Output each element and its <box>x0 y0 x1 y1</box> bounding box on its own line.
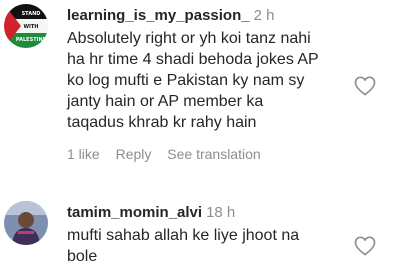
like-button[interactable] <box>354 76 376 96</box>
avatar-text-line-3: PALESTINE <box>16 37 47 43</box>
like-button[interactable] <box>354 236 376 256</box>
likes-count-button[interactable]: 1 like <box>67 146 100 162</box>
timestamp: 2 h <box>253 7 275 24</box>
comment-body: learning_is_my_passion_ 2 h Absolutely ri… <box>67 6 347 163</box>
timestamp: 18 h <box>206 204 236 221</box>
reply-button[interactable]: Reply <box>116 146 152 162</box>
avatar[interactable]: STAND WITH PALESTINE <box>4 4 48 48</box>
avatar[interactable] <box>4 201 48 245</box>
username-link[interactable]: tamim_momin_alvi <box>67 204 202 221</box>
palestine-flag-avatar-icon: STAND WITH PALESTINE <box>4 4 48 48</box>
avatar-text-line-2: WITH <box>24 24 39 30</box>
comment-item: STAND WITH PALESTINE learning_is_my_pass… <box>0 0 405 180</box>
comment-body: tamim_momin_alvi 18 h mufti sahab allah k… <box>67 203 347 267</box>
username-link[interactable]: learning_is_my_passion_ <box>67 7 250 24</box>
heart-outline-icon <box>354 76 376 96</box>
comment-meta: tamim_momin_alvi 18 h <box>67 203 347 223</box>
heart-outline-icon <box>354 236 376 256</box>
avatar-text-line-1: STAND <box>22 11 41 17</box>
comment-item: tamim_momin_alvi 18 h mufti sahab allah k… <box>0 198 405 273</box>
profile-photo-avatar-icon <box>4 201 48 245</box>
comment-meta: learning_is_my_passion_ 2 h <box>67 6 347 26</box>
comment-text: mufti sahab allah ke liye jhoot na bole <box>67 227 300 265</box>
see-translation-button[interactable]: See translation <box>167 146 260 162</box>
comment-text: Absolutely right or yh koi tanz nahi ha … <box>67 30 319 131</box>
comment-actions: 1 like Reply See translation <box>67 145 347 163</box>
